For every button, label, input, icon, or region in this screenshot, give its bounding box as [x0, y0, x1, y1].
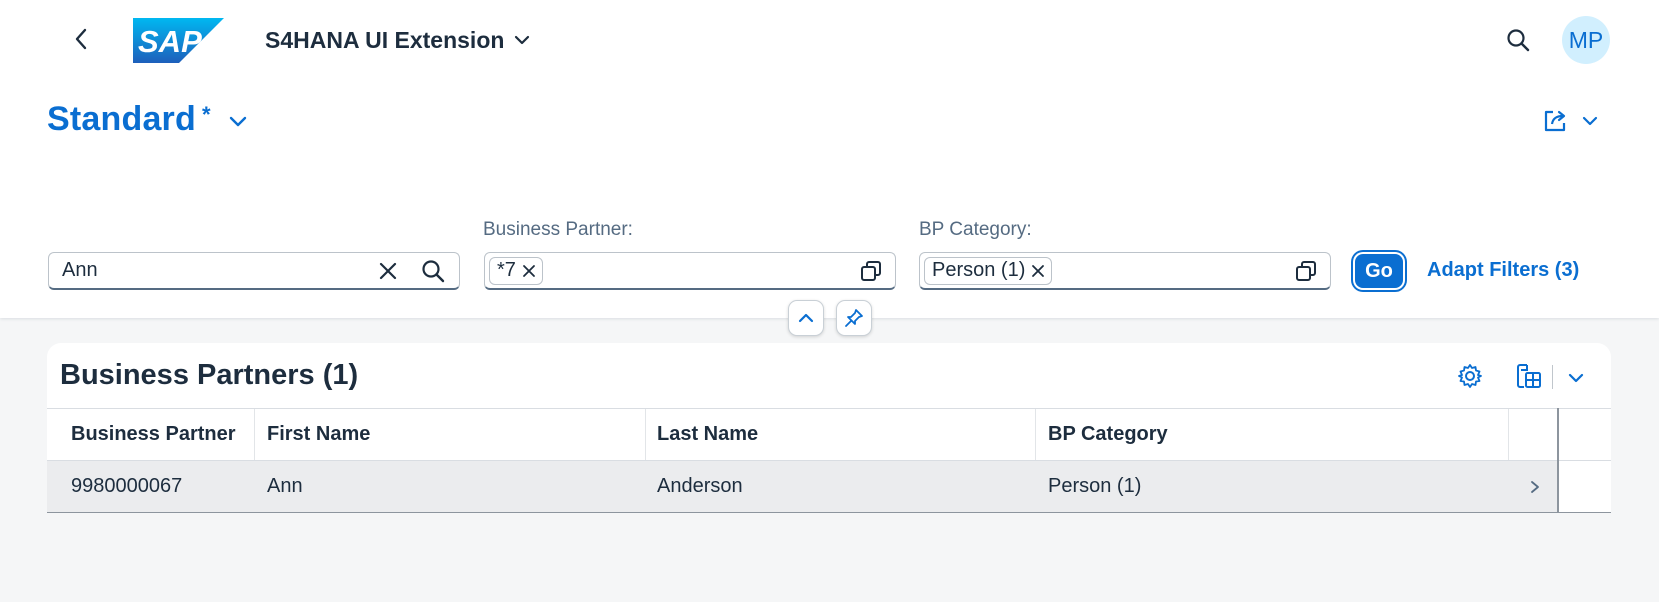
- search-field[interactable]: Ann: [48, 252, 460, 290]
- cell-business-partner: 9980000067: [71, 475, 183, 497]
- share-icon: [1544, 110, 1566, 132]
- sap-logo-text: SAP: [138, 24, 202, 59]
- cell-last-name: Anderson: [657, 475, 743, 497]
- app-title: S4HANA UI Extension: [265, 26, 505, 53]
- pin-icon: [845, 309, 863, 327]
- bp-category-field[interactable]: Person (1): [919, 252, 1331, 290]
- chevron-up-icon: [798, 313, 814, 323]
- column-divider: [645, 409, 646, 460]
- chevron-down-icon: [229, 116, 246, 127]
- column-header-first-name[interactable]: First Name: [267, 409, 370, 460]
- search-icon[interactable]: [421, 259, 445, 283]
- chevron-down-icon: [1582, 116, 1598, 126]
- bp-category-token[interactable]: Person (1): [924, 256, 1053, 285]
- table-header-row: Business Partner First Name Last Name BP…: [47, 408, 1611, 461]
- cell-first-name: Ann: [267, 475, 303, 497]
- cell-bp-category: Person (1): [1048, 475, 1142, 497]
- search-icon: [1507, 29, 1530, 52]
- user-avatar[interactable]: MP: [1562, 16, 1610, 64]
- export-menu-button[interactable]: [1563, 365, 1589, 391]
- column-divider: [1035, 409, 1036, 460]
- chevron-down-icon: [1568, 373, 1584, 383]
- navigation-arrow[interactable]: [1530, 461, 1540, 512]
- collapse-header-button[interactable]: [788, 300, 824, 336]
- token-text: *7: [497, 259, 516, 281]
- column-header-last-name[interactable]: Last Name: [657, 409, 758, 460]
- chevron-left-icon: [75, 28, 87, 50]
- chevron-down-icon: [515, 35, 530, 45]
- table-right-edge: [1557, 408, 1611, 461]
- value-help-icon[interactable]: [859, 259, 883, 283]
- app-title-menu[interactable]: S4HANA UI Extension: [265, 24, 530, 56]
- table-row[interactable]: 9980000067 Ann Anderson Person (1): [47, 461, 1611, 513]
- go-button[interactable]: Go: [1355, 254, 1403, 288]
- sap-logo: SAP: [133, 18, 224, 63]
- remove-token-icon[interactable]: [522, 264, 536, 278]
- search-input[interactable]: Ann: [62, 259, 98, 282]
- avatar-initials: MP: [1568, 26, 1604, 53]
- chevron-right-icon: [1531, 480, 1539, 493]
- table-right-edge: [1557, 461, 1611, 513]
- export-to-spreadsheet-icon: [1517, 364, 1541, 388]
- variant-modified-marker: *: [201, 102, 211, 127]
- variant-selector[interactable]: Standard *: [47, 100, 247, 139]
- remove-token-icon[interactable]: [1031, 264, 1045, 278]
- pin-header-button[interactable]: [836, 300, 872, 336]
- bp-category-label: BP Category:: [919, 219, 1032, 240]
- toolbar-separator: [1552, 365, 1553, 389]
- table-title: Business Partners (1): [60, 359, 359, 391]
- header-area: SAP S4HANA UI Extension MP Standard * An…: [0, 0, 1659, 318]
- business-partner-field[interactable]: *7: [484, 252, 896, 290]
- search-button[interactable]: [1502, 24, 1534, 56]
- clear-icon[interactable]: [377, 260, 399, 282]
- table-settings-button[interactable]: [1456, 362, 1484, 390]
- column-header-bp-category[interactable]: BP Category: [1048, 409, 1168, 460]
- value-help-icon[interactable]: [1294, 259, 1318, 283]
- back-button[interactable]: [66, 24, 96, 54]
- business-partner-label: Business Partner:: [483, 219, 633, 240]
- column-divider: [1508, 409, 1509, 460]
- business-partners-table-card: Business Partners (1) Business Partner F…: [47, 343, 1611, 513]
- business-partner-token[interactable]: *7: [489, 256, 543, 285]
- variant-name: Standard: [47, 100, 196, 138]
- gear-icon: [1458, 364, 1482, 388]
- adapt-filters-link[interactable]: Adapt Filters (3): [1427, 259, 1579, 282]
- share-button[interactable]: [1542, 108, 1598, 134]
- token-text: Person (1): [932, 259, 1026, 281]
- export-button[interactable]: [1514, 361, 1544, 391]
- column-divider: [254, 409, 255, 460]
- column-header-business-partner[interactable]: Business Partner: [71, 409, 236, 460]
